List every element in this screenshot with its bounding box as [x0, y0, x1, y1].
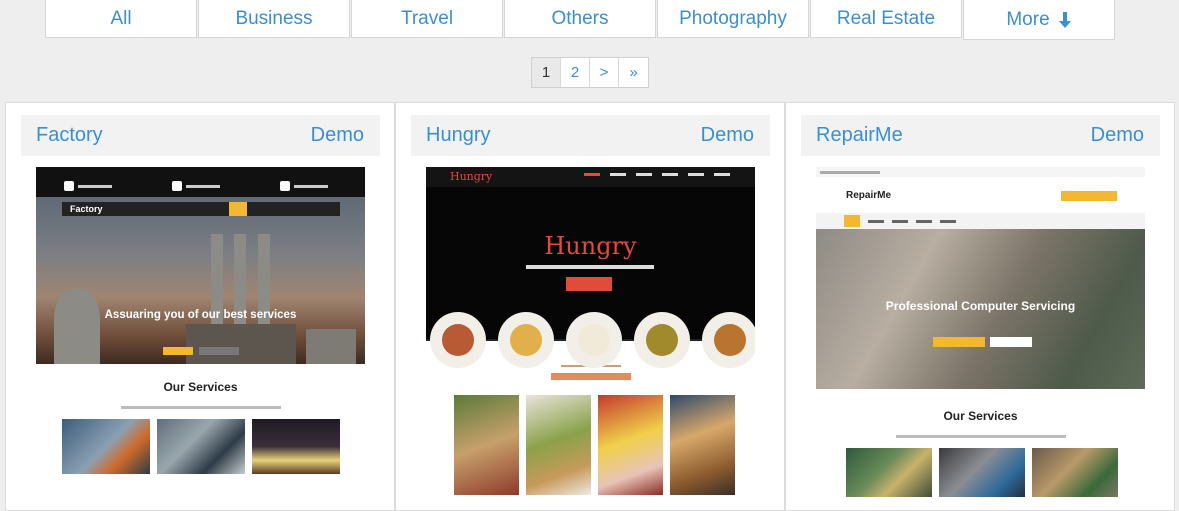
card-header: Factory Demo [21, 115, 380, 156]
template-grid: Factory Demo Factory Assuaring you of ou… [5, 102, 1175, 511]
preview-section-title: Our Services [943, 409, 1018, 423]
page-next[interactable]: > [590, 58, 619, 87]
preview-topbar [816, 167, 1145, 177]
template-card-repairme: RepairMe Demo RepairMe Professional Comp… [785, 102, 1175, 511]
demo-link[interactable]: Demo [701, 124, 754, 147]
filter-business[interactable]: Business [198, 0, 350, 38]
page-2[interactable]: 2 [561, 58, 590, 87]
preview-section-title: Our Services [163, 380, 238, 394]
preview-topbar [36, 167, 365, 175]
preview-nav: Factory [62, 202, 340, 216]
filter-all[interactable]: All [45, 0, 197, 38]
card-title: Factory [36, 124, 103, 146]
filter-label: Photography [679, 7, 787, 29]
preview-hero-title: Hungry [544, 232, 637, 260]
card-header: RepairMe Demo [801, 115, 1160, 156]
preview-header: RepairMe [816, 177, 1145, 213]
template-card-hungry: Hungry Demo Hungry Hungry [395, 102, 785, 511]
card-title: Hungry [426, 124, 491, 146]
preview-topbar: Hungry [426, 167, 755, 187]
preview-contact-bar [36, 175, 365, 197]
filter-label: More [1006, 8, 1050, 30]
pagination: 1 2 > » [531, 57, 649, 88]
card-title: RepairMe [816, 124, 903, 146]
preview-logo: RepairMe [846, 189, 892, 201]
filter-label: Travel [400, 7, 454, 29]
filter-label: Real Estate [836, 7, 936, 29]
template-preview-image[interactable]: RepairMe Professional Computer Servicing… [816, 167, 1145, 497]
template-card-factory: Factory Demo Factory Assuaring you of ou… [5, 102, 395, 511]
demo-link[interactable]: Demo [1091, 124, 1144, 147]
filter-photography[interactable]: Photography [657, 0, 809, 38]
filter-label: All [110, 7, 132, 29]
preview-hero: Factory Assuaring you of our best servic… [36, 197, 365, 364]
arrow-down-icon [1058, 11, 1072, 29]
filter-more-button[interactable]: More [963, 0, 1115, 40]
preview-logo: Hungry [450, 170, 493, 183]
category-filter-bar: All Business Travel Others Photography R… [45, 0, 1116, 40]
page-last[interactable]: » [619, 58, 648, 87]
preview-nav [816, 213, 1145, 229]
preview-hero: Professional Computer Servicing [816, 229, 1145, 389]
template-preview-image[interactable]: Hungry Hungry [426, 167, 755, 497]
filter-real-estate[interactable]: Real Estate [810, 0, 962, 38]
filter-travel[interactable]: Travel [351, 0, 503, 38]
preview-hero-text: Assuaring you of our best services [104, 309, 297, 321]
preview-logo: Factory [70, 204, 103, 214]
filter-others[interactable]: Others [504, 0, 656, 38]
template-preview-image[interactable]: Factory Assuaring you of our best servic… [36, 167, 365, 497]
preview-hero: Hungry [426, 187, 755, 368]
filter-label: Others [551, 7, 609, 29]
page-1[interactable]: 1 [532, 58, 561, 87]
preview-hero-text: Professional Computer Servicing [885, 299, 1076, 313]
card-header: Hungry Demo [411, 115, 770, 156]
filter-label: Business [235, 7, 313, 29]
demo-link[interactable]: Demo [311, 124, 364, 147]
